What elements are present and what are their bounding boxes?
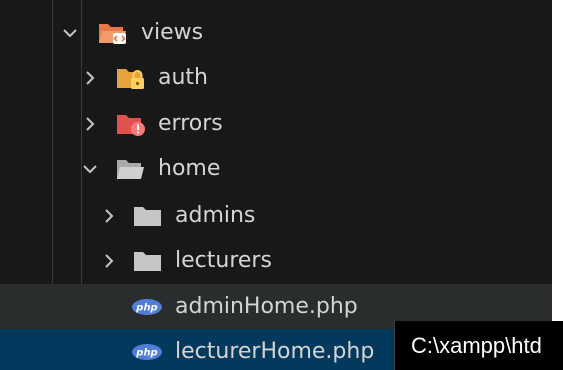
views-folder-open-icon — [98, 10, 128, 56]
folder-icon — [133, 238, 163, 284]
svg-text:php: php — [135, 348, 157, 359]
tree-item-label: views — [141, 20, 204, 45]
chevron-right-icon[interactable] — [80, 101, 100, 147]
tree-item-label: auth — [158, 65, 208, 90]
chevron-right-icon[interactable] — [80, 55, 100, 101]
errors-folder-icon — [116, 101, 146, 147]
folder-open-icon — [116, 146, 146, 192]
chevron-down-icon[interactable] — [60, 10, 80, 56]
tree-item-views[interactable]: views — [0, 10, 552, 56]
tree-item-label: lecturerHome.php — [175, 339, 375, 364]
chevron-down-icon[interactable] — [80, 146, 100, 192]
chevron-right-icon[interactable] — [99, 193, 119, 239]
path-tooltip: C:\xampp\htd — [394, 321, 563, 370]
tree-item-label: lecturers — [175, 248, 272, 273]
file-explorer: views auth errors home admins lecturers … — [0, 0, 563, 370]
tree-item-auth[interactable]: auth — [0, 55, 552, 101]
svg-text:php: php — [135, 303, 157, 314]
explorer-tree: views auth errors home admins lecturers … — [0, 0, 552, 370]
tree-item-admins[interactable]: admins — [0, 193, 552, 239]
tree-item-lecturers[interactable]: lecturers — [0, 238, 552, 284]
php-file-icon: php — [131, 284, 163, 330]
tree-item-label: home — [158, 156, 221, 181]
php-file-icon: php — [131, 329, 163, 370]
chevron-right-icon[interactable] — [99, 238, 119, 284]
auth-folder-icon — [116, 55, 146, 101]
tree-item-errors[interactable]: errors — [0, 101, 552, 147]
tree-item-label: admins — [175, 203, 256, 228]
tree-item-label: errors — [158, 111, 223, 136]
tree-item-label: adminHome.php — [175, 294, 358, 319]
tree-item-home[interactable]: home — [0, 146, 552, 192]
folder-icon — [133, 193, 163, 239]
